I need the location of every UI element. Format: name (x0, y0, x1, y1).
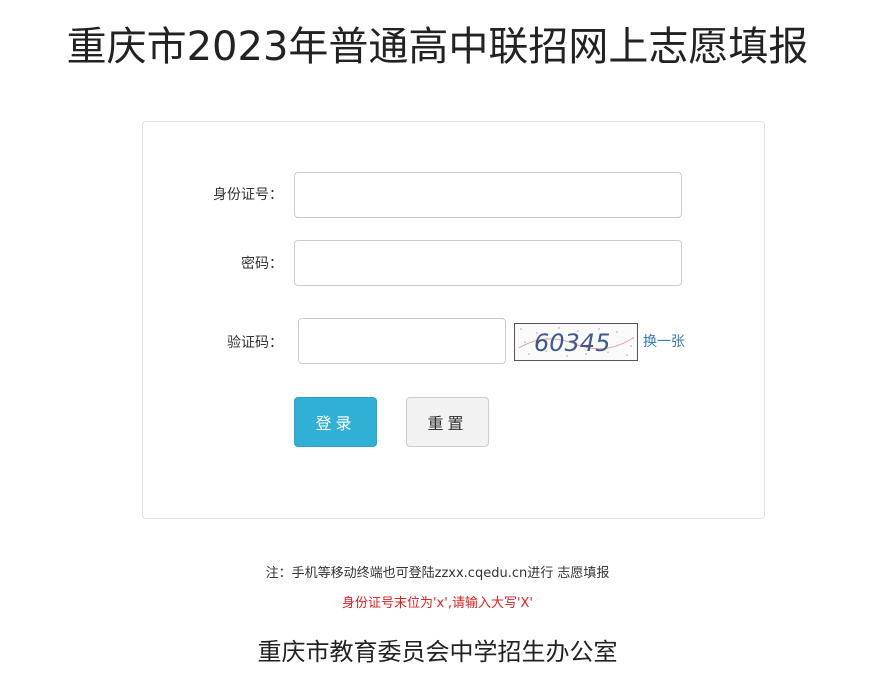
login-panel: 身份证号： 密码： 验证码： 60345 换一张 登录 重置 (142, 121, 765, 519)
captcha-svg: 60345 (518, 327, 634, 357)
captcha-text: 60345 (534, 329, 610, 357)
password-label: 密码： (241, 256, 283, 272)
id-uppercase-warning: 身份证号末位为'x',请输入大写'X' (341, 596, 534, 611)
captcha-input[interactable] (298, 318, 506, 364)
page: 重庆市2023年普通高中联招网上志愿填报 身份证号： 密码： 验证码： 6034… (0, 0, 875, 685)
captcha-label: 验证码： (227, 335, 283, 351)
captcha-image[interactable]: 60345 (514, 323, 638, 361)
id-number-input[interactable] (294, 172, 682, 218)
password-input[interactable] (294, 240, 682, 286)
reset-button[interactable]: 重置 (406, 397, 489, 447)
organization-name: 重庆市教育委员会中学招生办公室 (257, 638, 618, 666)
page-title: 重庆市2023年普通高中联招网上志愿填报 (66, 24, 809, 70)
mobile-note: 注：手机等移动终端也可登陆zzxx.cqedu.cn进行 志愿填报 (265, 566, 610, 581)
refresh-captcha-link[interactable]: 换一张 (643, 331, 685, 351)
id-number-label: 身份证号： (213, 187, 283, 203)
login-button[interactable]: 登录 (294, 397, 377, 447)
